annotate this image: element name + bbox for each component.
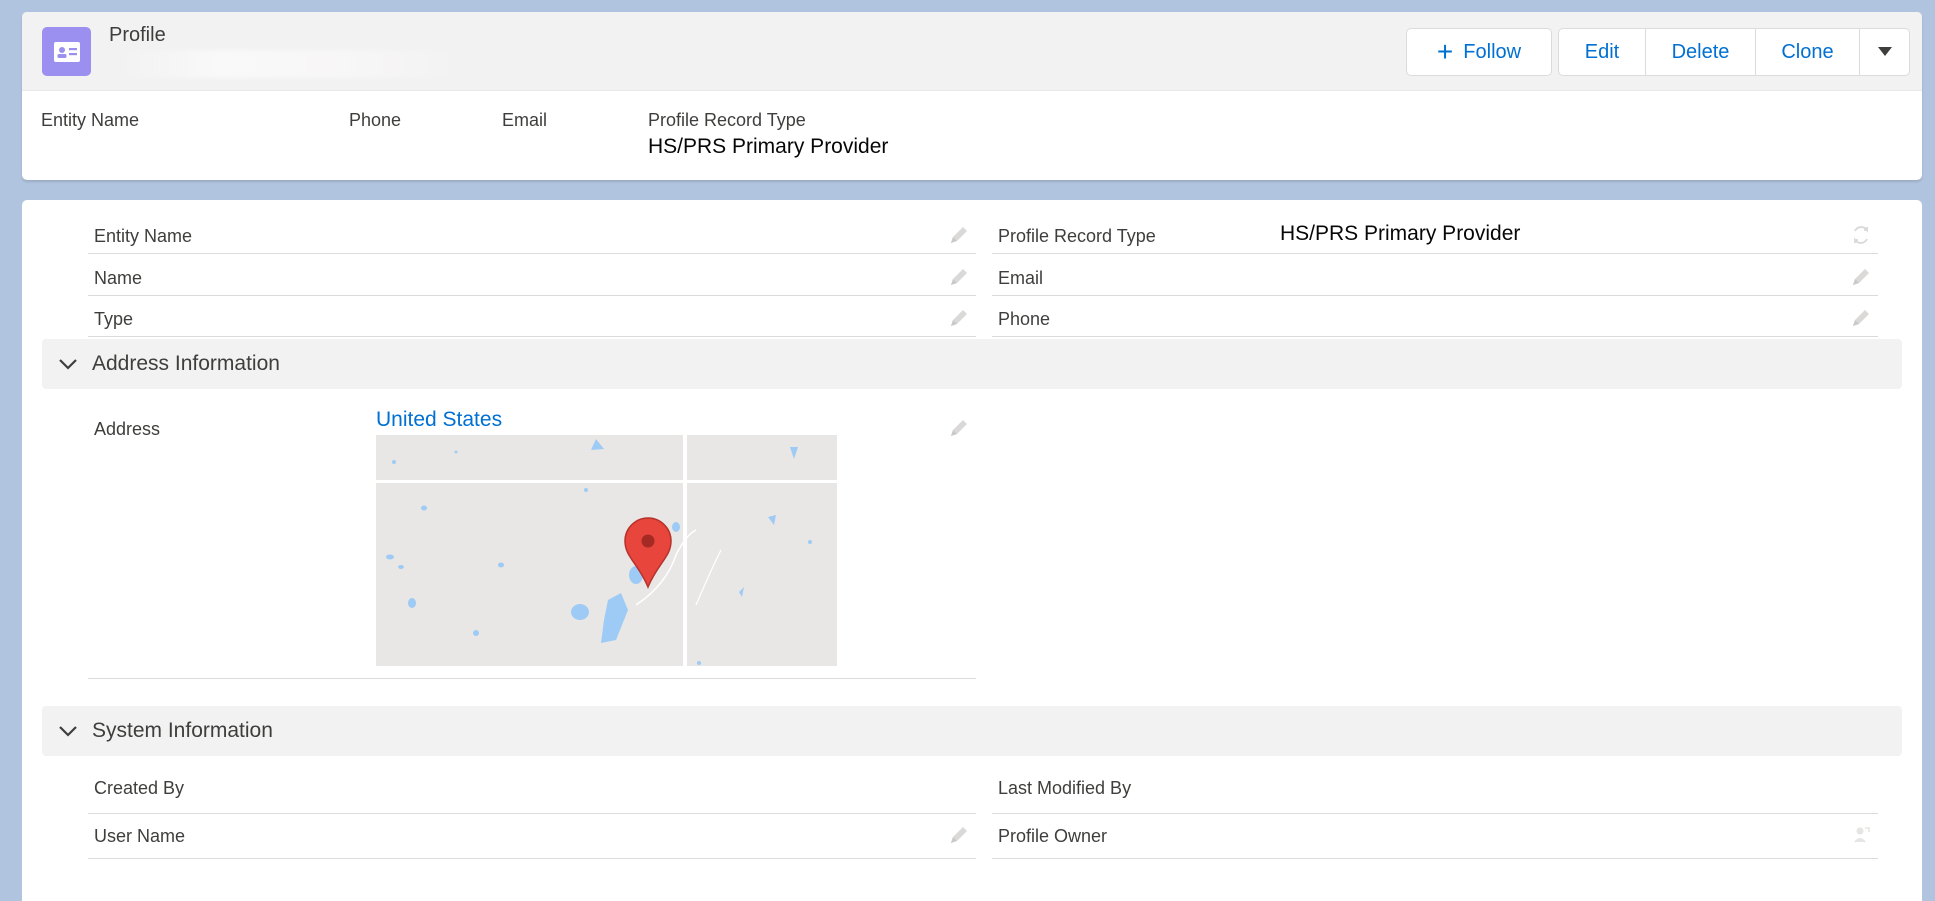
field-label: Email	[998, 268, 1044, 288]
field-label: User Name	[94, 826, 186, 846]
field-profile-record-type: Profile Record Type HS/PRS Primary Provi…	[992, 214, 1878, 254]
follow-button-label: Follow	[1463, 40, 1522, 63]
pencil-icon[interactable]	[948, 307, 970, 329]
clone-button[interactable]: Clone	[1756, 28, 1860, 76]
field-name: Name	[88, 256, 976, 296]
section-title: Address Information	[92, 352, 280, 375]
field-label: Type	[94, 309, 134, 329]
highlight-label: Email	[502, 110, 548, 130]
more-actions-button[interactable]	[1860, 28, 1910, 76]
chevron-down-icon	[59, 359, 77, 370]
section-address-information[interactable]: Address Information	[42, 339, 1902, 389]
change-owner-icon[interactable]	[1850, 824, 1872, 846]
pencil-icon[interactable]	[948, 417, 970, 439]
field-label: Name	[94, 268, 143, 288]
section-system-information[interactable]: System Information	[42, 706, 1902, 756]
highlight-entity-name: Entity Name	[41, 110, 139, 135]
map-graphic	[376, 435, 837, 666]
chevron-down-icon	[59, 726, 77, 737]
record-detail: Entity Name Name Type Profile Record Typ…	[22, 200, 1922, 901]
record-name-redacted	[112, 50, 472, 78]
field-last-modified-by: Last Modified By	[992, 766, 1878, 814]
highlights-panel: Entity Name Phone Email Profile Record T…	[22, 110, 1922, 170]
field-created-by: Created By	[88, 766, 976, 814]
follow-button[interactable]: + Follow	[1406, 28, 1552, 76]
delete-button[interactable]: Delete	[1646, 28, 1756, 76]
highlight-phone: Phone	[349, 110, 401, 135]
highlight-email: Email	[502, 110, 547, 135]
section-title: System Information	[92, 719, 273, 742]
plus-icon: +	[1436, 36, 1454, 67]
pencil-icon[interactable]	[948, 266, 970, 288]
field-label: Address	[94, 419, 161, 439]
field-phone: Phone	[992, 297, 1878, 337]
contact-card-icon	[42, 27, 91, 76]
field-label: Entity Name	[94, 226, 193, 246]
highlight-label: Entity Name	[41, 110, 140, 130]
pencil-icon[interactable]	[948, 824, 970, 846]
field-label: Last Modified By	[998, 778, 1132, 798]
pencil-icon[interactable]	[1850, 266, 1872, 288]
address-map[interactable]	[376, 435, 837, 666]
highlight-label: Phone	[349, 110, 402, 130]
field-type: Type	[88, 297, 976, 337]
edit-button[interactable]: Edit	[1558, 28, 1646, 76]
field-label: Profile Owner	[998, 826, 1108, 846]
pencil-icon[interactable]	[1850, 307, 1872, 329]
highlight-label: Profile Record Type	[648, 110, 806, 130]
field-label: Profile Record Type	[998, 226, 1156, 246]
address-link[interactable]: United States	[376, 408, 502, 432]
field-entity-name: Entity Name	[88, 214, 976, 254]
field-email: Email	[992, 256, 1878, 296]
field-user-name: User Name	[88, 814, 976, 859]
change-record-type-icon[interactable]	[1850, 224, 1872, 246]
highlight-profile-record-type: Profile Record Type HS/PRS Primary Provi…	[648, 110, 888, 159]
record-actions: + Follow Edit Delete Clone	[1406, 28, 1910, 76]
highlight-value: HS/PRS Primary Provider	[648, 135, 889, 158]
field-profile-owner: Profile Owner	[992, 814, 1878, 859]
record-header-top: Profile + Follow Edit Delete Clone	[22, 12, 1922, 91]
caret-down-icon	[1877, 47, 1892, 56]
field-label: Created By	[94, 778, 185, 798]
record-header: Profile + Follow Edit Delete Clone Entit…	[22, 12, 1922, 180]
field-value: HS/PRS Primary Provider	[1280, 222, 1521, 245]
object-type-label: Profile	[109, 24, 166, 46]
field-label: Phone	[998, 309, 1051, 329]
pencil-icon[interactable]	[948, 224, 970, 246]
